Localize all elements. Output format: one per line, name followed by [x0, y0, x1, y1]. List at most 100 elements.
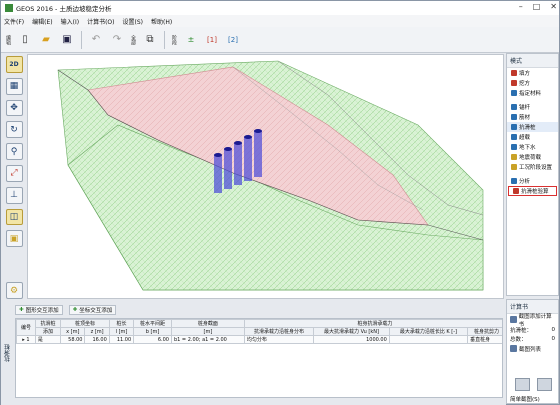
table-row[interactable]: ▸ 1 是 58.00 16.00 11.00 6.00 b1 = 2.00; … — [16, 335, 502, 344]
col-k: 最大承载力沿桩长比 K [-] — [388, 327, 469, 336]
cell-dist[interactable]: 均匀分布 — [243, 335, 315, 344]
col-shear: 桩身抗剪力 — [467, 327, 502, 336]
mode-item-label: 填方 — [519, 71, 531, 77]
zoom-icon[interactable]: ⚲ — [5, 143, 23, 160]
cell-x[interactable]: 58.00 — [60, 335, 86, 344]
mode-item[interactable]: 抗滑桩 — [507, 122, 558, 132]
3d-box-icon[interactable]: ▦ — [5, 77, 23, 95]
2d-icon[interactable]: 2D — [5, 56, 23, 73]
pile[interactable] — [254, 131, 262, 177]
row-number: 1 — [26, 336, 30, 343]
stage-2-tab[interactable]: [2] — [224, 30, 242, 50]
cell-shear[interactable]: 垂直桩身 — [467, 335, 502, 344]
camera-icon — [510, 316, 517, 323]
redo-icon[interactable]: ↷ — [108, 30, 126, 50]
settings-icon[interactable]: ⚙ — [5, 282, 23, 299]
mode-item[interactable]: 指定材料 — [507, 88, 558, 98]
cell-vu[interactable]: 1000.00 — [313, 335, 390, 344]
menu-report[interactable]: 计算书(O) — [87, 17, 114, 26]
mode-item[interactable]: 锚杆 — [507, 102, 558, 112]
mode-item-icon — [511, 154, 517, 160]
view-tools: 2D ▦ ✥ ↻ ⚲ ⤢ ⊥ ◫ ▣ ⚙ — [3, 53, 25, 299]
select-all-label[interactable]: 全部 — [129, 30, 138, 50]
col-vu: 最大抗滑承载力 Vu [kN] — [313, 327, 390, 336]
mode-item-label: 超载 — [519, 135, 531, 141]
pile[interactable] — [224, 149, 232, 189]
mode-item[interactable]: 地震荷载 — [507, 152, 558, 162]
pile-count-label: 抗滑桩： — [510, 327, 533, 334]
pile-table: 编号 抗滑桩 桩顶坐标 桩长 桩水平间距 桩身截面 桩身抗滑承载力 添加 x [… — [15, 318, 503, 398]
mode-item-icon — [511, 134, 517, 140]
axis-icon[interactable]: ⊥ — [5, 186, 23, 204]
pile[interactable] — [214, 155, 222, 193]
mode-item-icon — [511, 80, 517, 86]
minimize-button[interactable]: – — [519, 2, 523, 11]
total-count-value: 0 — [551, 335, 556, 342]
col-add: 抗滑桩 — [34, 319, 62, 328]
menu-edit[interactable]: 编辑(E) — [32, 17, 52, 26]
row-no[interactable]: ▸ 1 — [16, 335, 36, 344]
mode-item-icon — [511, 90, 517, 96]
table-subheader-row: 添加 x [m] z [m] l [m] b [m] [m] 抗滑承载力沿桩身分… — [17, 327, 502, 336]
mode-item[interactable]: 抗滑桩验算 — [508, 186, 557, 196]
cell-l[interactable]: 11.00 — [108, 335, 135, 344]
input-panel: 抗滑桩 ✚ 图形交互添加 ✚ 坐标交互添加 编号 抗滑桩 桩顶坐标 桩长 桩水平间距… — [1, 301, 506, 405]
mode-item-label: 地震荷载 — [519, 155, 542, 161]
cell-z[interactable]: 16.00 — [84, 335, 110, 344]
simple-screenshot-button[interactable]: 简单截图(S) — [507, 393, 543, 404]
col-z: z [m] — [84, 327, 110, 336]
stage-add-remove-icon[interactable]: ± — [182, 30, 200, 50]
undo-icon[interactable]: ↶ — [87, 30, 105, 50]
add-coord-button[interactable]: ✚ 坐标交互添加 — [68, 305, 117, 315]
save-icon[interactable]: ▣ — [58, 30, 76, 50]
pile[interactable] — [244, 137, 252, 181]
mode-item[interactable]: 工况阶段设置 — [507, 162, 558, 172]
screenshot-list-button[interactable]: 截图列表 — [507, 343, 558, 354]
mode-item[interactable]: 填方 — [507, 68, 558, 78]
copy-icon[interactable]: ⧉ — [141, 30, 159, 50]
maximize-button[interactable]: □ — [533, 2, 541, 11]
pile-tab[interactable]: 抗滑桩 — [3, 305, 13, 401]
open-folder-icon[interactable]: ▰ — [37, 30, 55, 50]
col-dist: 抗滑承载力沿桩身分布 — [243, 327, 315, 336]
mode-item-icon — [511, 164, 517, 170]
menu-bar: 文件(F) 编辑(E) 输入(I) 计算书(O) 设置(S) 帮助(H) — [1, 15, 559, 27]
cell-add[interactable]: 是 — [34, 335, 62, 344]
menu-input[interactable]: 输入(I) — [61, 17, 79, 26]
col-section-sub: [m] — [170, 327, 245, 336]
mode-item[interactable]: 挖方 — [507, 78, 558, 88]
menu-help[interactable]: 帮助(H) — [151, 17, 172, 26]
simple-screenshot-label: 简单截图(S) — [510, 396, 540, 403]
add-screenshot-button[interactable]: 截图添加计算书 — [507, 314, 558, 328]
view-front-icon[interactable]: ◫ — [5, 208, 23, 226]
edit-label[interactable]: 编辑 — [4, 30, 13, 50]
stage-1-tab[interactable]: [1] — [203, 30, 221, 50]
print-preview-icon[interactable] — [537, 378, 552, 391]
rotate-icon[interactable]: ↻ — [5, 121, 23, 139]
fit-icon[interactable]: ⤢ — [5, 164, 23, 182]
col-x: x [m] — [60, 327, 86, 336]
col-l: l [m] — [108, 327, 135, 336]
mode-item-label: 筋材 — [519, 115, 531, 121]
mode-item[interactable]: 分析 — [507, 176, 558, 186]
close-button[interactable]: ✕ — [550, 2, 557, 11]
add-graphic-button[interactable]: ✚ 图形交互添加 — [15, 305, 63, 315]
view-iso-icon[interactable]: ▣ — [5, 230, 23, 248]
print-icon[interactable] — [515, 378, 530, 391]
menu-file[interactable]: 文件(F) — [4, 17, 24, 26]
mode-item[interactable]: 地下水 — [507, 142, 558, 152]
mode-item-label: 挖方 — [519, 81, 531, 87]
menu-settings[interactable]: 设置(S) — [122, 17, 143, 26]
new-file-icon[interactable]: ▯ — [16, 30, 34, 50]
move-icon[interactable]: ✥ — [5, 99, 23, 117]
3d-model-view[interactable] — [27, 54, 504, 299]
pile-top — [244, 135, 252, 139]
cell-section[interactable]: b1 = 2.00; a1 = 2.00 — [170, 335, 245, 344]
pile-top — [254, 129, 262, 133]
cell-k[interactable] — [388, 335, 469, 344]
app-window: GEOS 2016 - 土质边坡稳定分析 – □ ✕ 文件(F) 编辑(E) 输… — [0, 0, 560, 405]
mode-item[interactable]: 筋材 — [507, 112, 558, 122]
pile[interactable] — [234, 143, 242, 185]
mode-item[interactable]: 超载 — [507, 132, 558, 142]
cell-b[interactable]: 6.00 — [133, 335, 172, 344]
